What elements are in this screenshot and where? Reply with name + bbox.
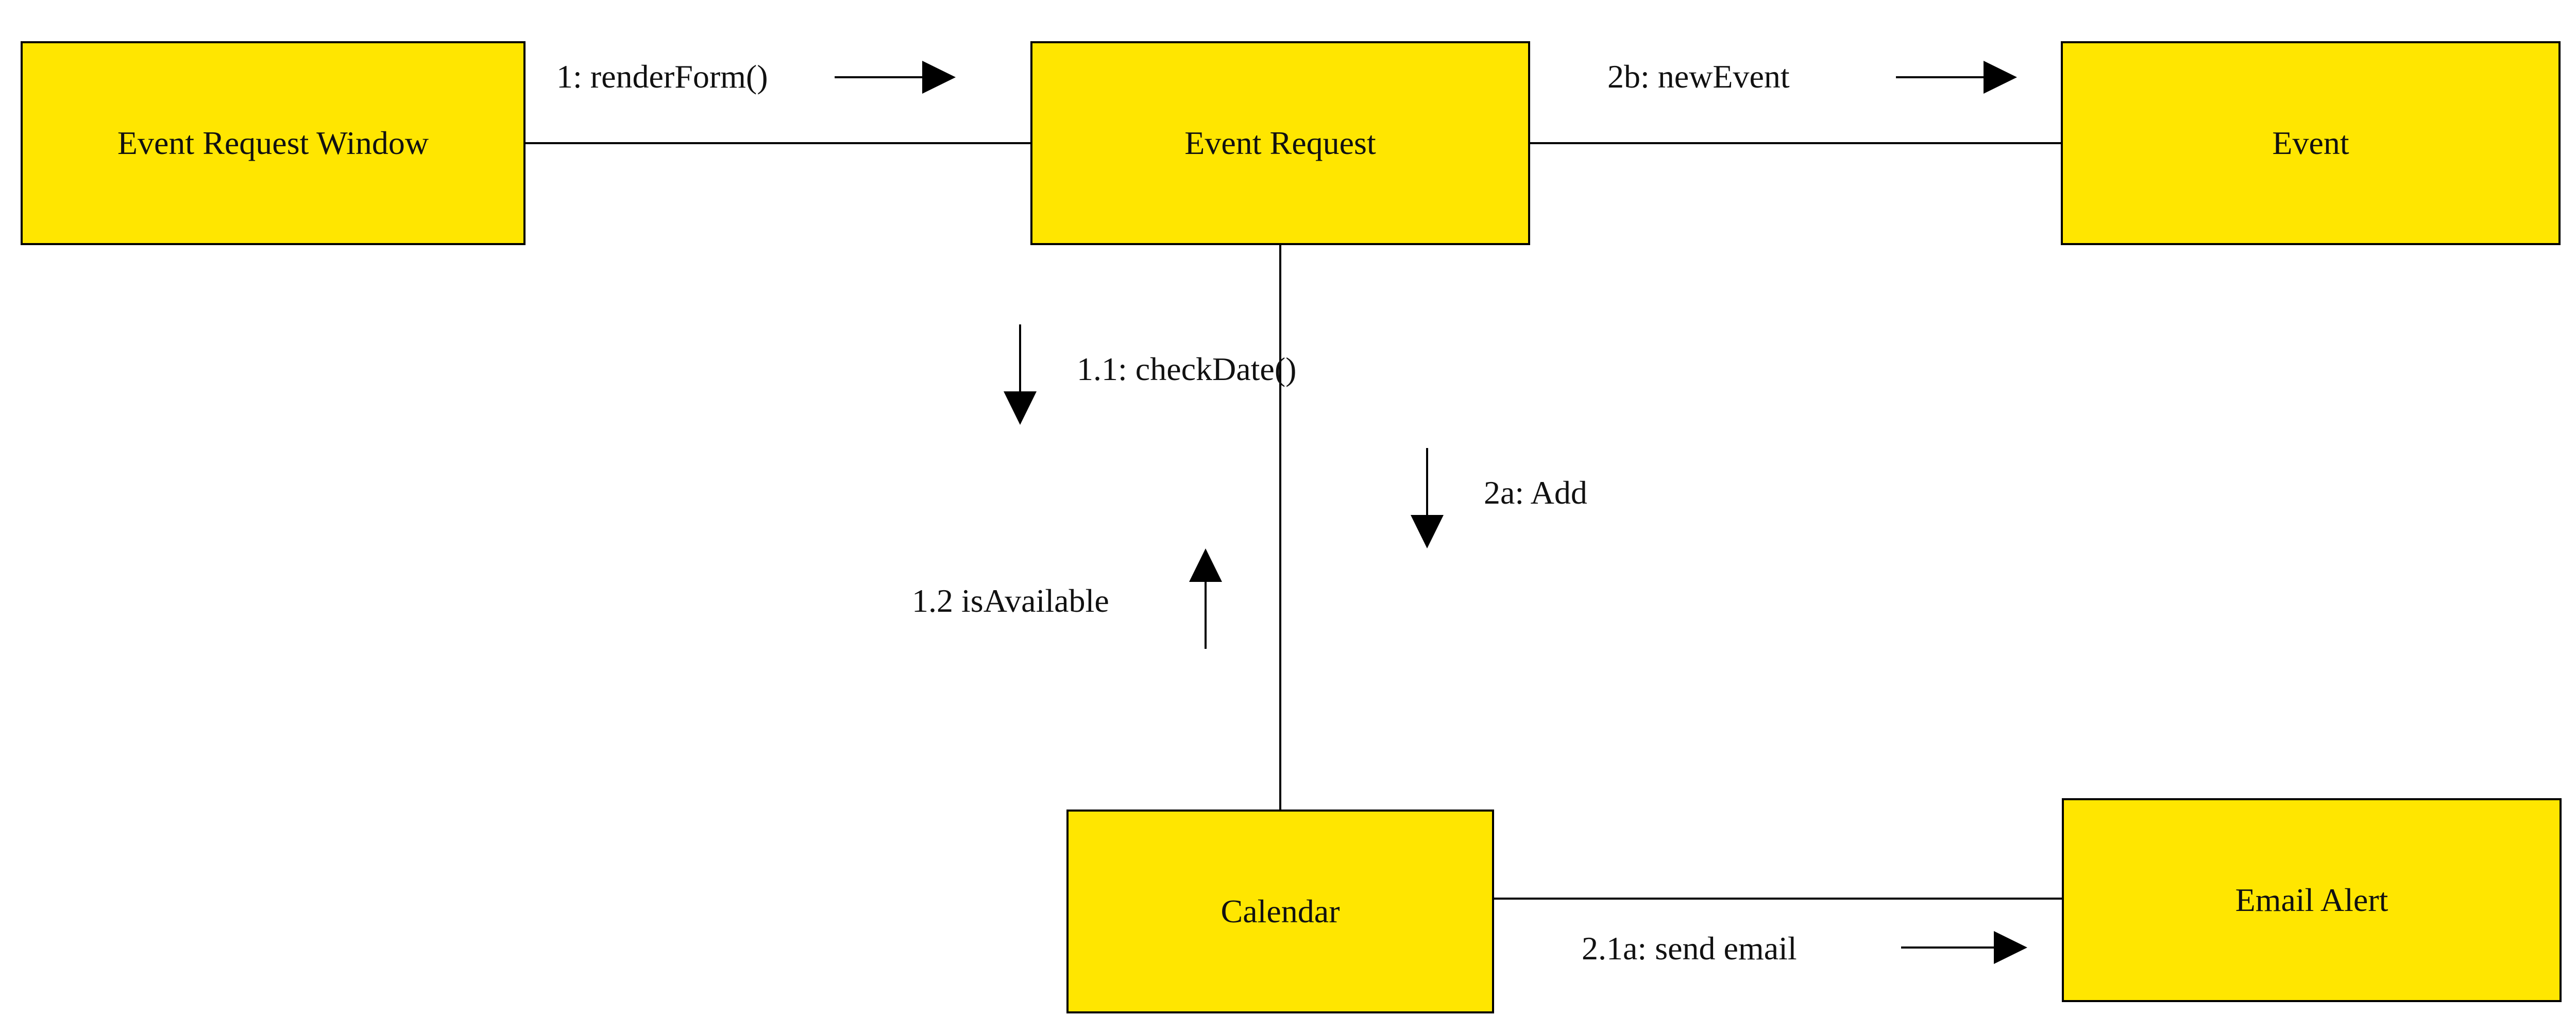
node-label: Email Alert — [2235, 881, 2388, 919]
msg-isavailable-label: 1.2 isAvailable — [912, 582, 1109, 620]
diagram-canvas: Event Request Window Event Request Event… — [0, 0, 2576, 1033]
node-event-request-window: Event Request Window — [21, 41, 526, 245]
node-label: Calendar — [1221, 892, 1340, 931]
node-event-request: Event Request — [1030, 41, 1530, 245]
msg-sendemail-label: 2.1a: send email — [1582, 929, 1797, 968]
msg-checkdate-label: 1.1: checkDate() — [1077, 350, 1296, 388]
msg-newevent-label: 2b: newEvent — [1607, 58, 1790, 96]
msg-renderform-label: 1: renderForm() — [556, 58, 768, 96]
node-label: Event Request — [1184, 124, 1376, 162]
node-event: Event — [2061, 41, 2561, 245]
msg-add-label: 2a: Add — [1484, 474, 1587, 512]
node-calendar: Calendar — [1066, 810, 1494, 1013]
node-label: Event — [2272, 124, 2349, 162]
node-label: Event Request Window — [117, 124, 429, 162]
node-email-alert: Email Alert — [2062, 798, 2562, 1002]
